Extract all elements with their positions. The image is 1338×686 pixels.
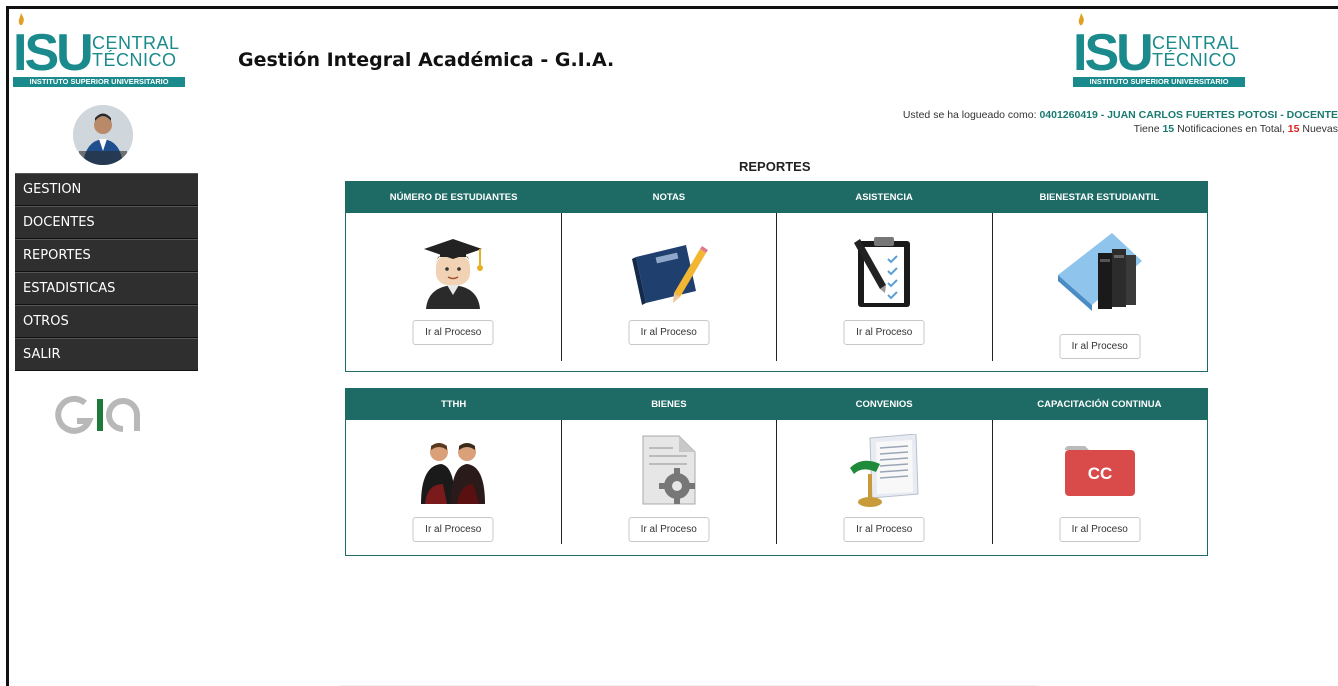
sidebar-item-otros[interactable]: OTROS <box>15 305 198 338</box>
books-icon <box>1057 233 1142 311</box>
notif-total-count: 15 <box>1162 123 1175 135</box>
sidebar-item-estadisticas[interactable]: ESTADISTICAS <box>15 272 198 305</box>
notif-suffix: Nuevas <box>1299 123 1338 135</box>
ir-al-proceso-button[interactable]: Ir al Proceso <box>843 517 925 542</box>
column-title: NÚMERO DE ESTUDIANTES <box>389 192 518 203</box>
panel-header: NÚMERO DE ESTUDIANTES NOTAS ASISTENCIA B… <box>346 182 1207 213</box>
column-title: NOTAS <box>652 192 686 203</box>
report-card-estudiantes: Ir al Proceso <box>346 213 562 361</box>
login-info: Usted se ha logueado como: 0401260419 - … <box>638 109 1338 121</box>
report-card-tthh: Ir al Proceso <box>346 420 562 544</box>
column-title: ASISTENCIA <box>855 192 913 203</box>
ir-al-proceso-button[interactable]: Ir al Proceso <box>843 320 925 345</box>
logo-sub-text: CENTRAL TÉCNICO <box>1152 33 1240 70</box>
gia-logo <box>55 395 140 434</box>
ir-al-proceso-button[interactable]: Ir al Proceso <box>628 517 710 542</box>
logo-main-text: ISU <box>13 24 94 82</box>
logo-main-text: ISU <box>1073 24 1154 82</box>
graduate-icon <box>424 239 484 309</box>
report-card-asistencia: Ir al Proceso <box>777 213 993 361</box>
logo-bar-text: INSTITUTO SUPERIOR UNIVERSITARIO <box>1073 77 1245 87</box>
panel-header: TTHH BIENES CONVENIOS CAPACITACIÓN CONTI… <box>346 389 1207 420</box>
ir-al-proceso-button[interactable]: Ir al Proceso <box>1059 334 1141 359</box>
ir-al-proceso-button[interactable]: Ir al Proceso <box>1059 517 1141 542</box>
sidebar-item-salir[interactable]: SALIR <box>15 338 198 371</box>
report-card-bienestar: Ir al Proceso <box>993 213 1208 361</box>
notif-new-count: 15 <box>1287 123 1300 135</box>
ir-al-proceso-button[interactable]: Ir al Proceso <box>628 320 710 345</box>
app-window: ISU CENTRAL TÉCNICO INSTITUTO SUPERIOR UN… <box>6 6 1338 686</box>
section-title: REPORTES <box>739 159 811 174</box>
sidebar-item-gestion[interactable]: GESTION <box>15 173 198 206</box>
avatar <box>73 105 133 165</box>
sidebar-item-docentes[interactable]: DOCENTES <box>15 206 198 239</box>
report-card-convenios: Ir al Proceso <box>777 420 993 544</box>
desk-lamp-documents-icon <box>850 434 919 507</box>
logo-sub-text: CENTRAL TÉCNICO <box>92 33 180 70</box>
logo-bar-text: INSTITUTO SUPERIOR UNIVERSITARIO <box>13 77 185 87</box>
document-gear-icon <box>642 435 696 505</box>
cc-folder-icon: CC <box>1064 446 1135 496</box>
column-title: TTHH <box>440 399 467 410</box>
reports-panel-1: NÚMERO DE ESTUDIANTES NOTAS ASISTENCIA B… <box>345 181 1208 372</box>
report-card-notas: Ir al Proceso <box>562 213 777 361</box>
login-prefix: Usted se ha logueado como: <box>902 109 1040 121</box>
column-title: CONVENIOS <box>855 399 913 410</box>
sidebar-item-reportes[interactable]: REPORTES <box>15 239 198 272</box>
column-title: BIENES <box>651 399 687 410</box>
notif-middle-text: Notificaciones en Total, <box>1174 123 1288 135</box>
clipboard-checklist-icon <box>854 237 911 307</box>
login-user: 0401260419 - JUAN CARLOS FUERTES POTOSI … <box>1039 109 1338 121</box>
app-title: Gestión Integral Académica - G.I.A. <box>238 49 615 71</box>
report-card-capacitacion: CC Ir al Proceso <box>993 420 1208 544</box>
isu-logo-right: ISU CENTRAL TÉCNICO INSTITUTO SUPERIOR UN… <box>1073 13 1245 89</box>
report-card-bienes: Ir al Proceso <box>562 420 777 544</box>
ir-al-proceso-button[interactable]: Ir al Proceso <box>412 517 494 542</box>
people-icon <box>421 443 486 504</box>
cc-label: CC <box>1087 464 1112 483</box>
column-title: CAPACITACIÓN CONTINUA <box>1037 399 1162 410</box>
column-title: BIENESTAR ESTUDIANTIL <box>1039 192 1160 203</box>
notif-prefix: Tiene <box>1133 123 1163 135</box>
sidebar-menu: GESTION DOCENTES REPORTES ESTADISTICAS O… <box>15 173 198 371</box>
notebook-pencil-icon <box>631 245 708 305</box>
ir-al-proceso-button[interactable]: Ir al Proceso <box>412 320 494 345</box>
notification-summary[interactable]: Tiene 15 Notificaciones en Total, 15 Nue… <box>638 123 1338 135</box>
isu-logo-left: ISU CENTRAL TÉCNICO INSTITUTO SUPERIOR UN… <box>13 13 185 89</box>
reports-panel-2: TTHH BIENES CONVENIOS CAPACITACIÓN CONTI… <box>345 388 1208 556</box>
